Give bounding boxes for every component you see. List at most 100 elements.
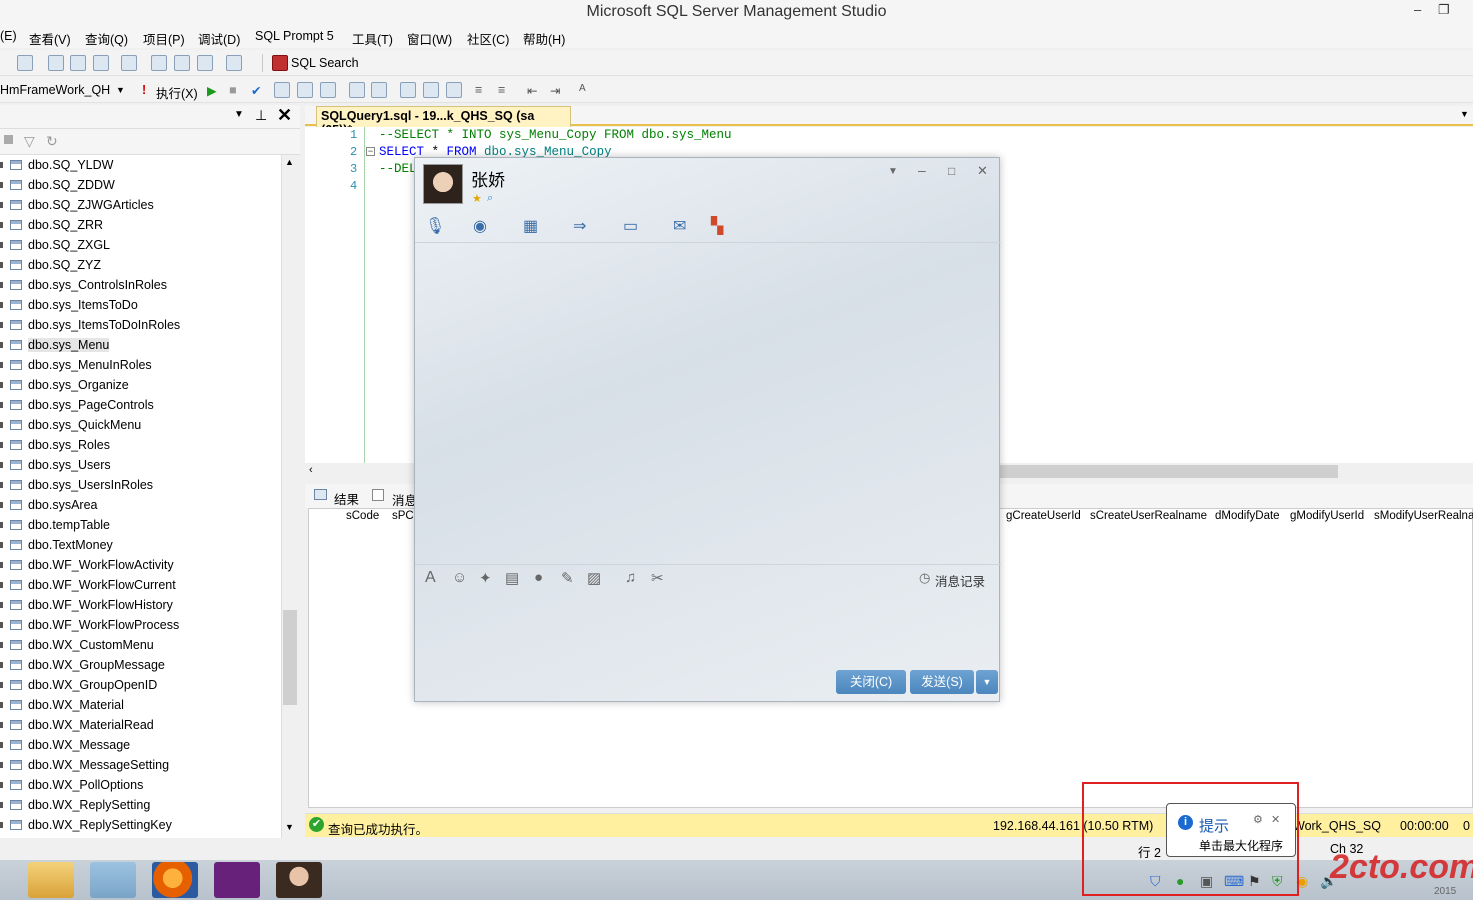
tree-item-table[interactable]: dbo.sys_ControlsInRoles [0,275,281,295]
results-to-grid-icon[interactable] [320,82,336,98]
chevron-down-icon[interactable]: ▼ [116,85,125,95]
font-icon[interactable]: A [425,569,436,587]
tree-item-table[interactable]: dbo.WX_CustomMenu [0,635,281,655]
debug-icon[interactable]: ▶ [207,83,217,98]
column-header[interactable]: sModifyUserRealnam [1374,510,1473,522]
tree-item-table[interactable]: dbo.sys_Roles [0,435,281,455]
scroll-down-icon[interactable]: ▼ [285,822,294,832]
print-icon[interactable] [197,55,213,71]
activity-monitor-icon[interactable] [226,55,242,71]
tab-sqlquery1[interactable]: SQLQuery1.sql - 19...k_QHS_SQ (sa (65))* [316,106,571,137]
refresh-icon[interactable]: ↻ [46,133,58,150]
menu-debug[interactable]: 调试(D) [198,29,240,48]
tree-item-table[interactable]: dbo.SQ_ZRR [0,215,281,235]
music-icon[interactable]: ♫ [625,569,636,586]
display-plan-icon[interactable] [274,82,290,98]
menu-view[interactable]: 查看(V) [29,29,71,48]
decrease-indent-icon[interactable]: ⇤ [527,83,537,98]
dropdown-icon[interactable]: ▼ [234,109,244,120]
image-icon[interactable]: ▨ [587,569,601,587]
results-to-file-icon[interactable] [446,82,462,98]
increase-indent-icon[interactable]: ⇥ [550,83,560,98]
tree-item-table[interactable]: dbo.sysArea [0,495,281,515]
close-icon[interactable]: ✕ [977,163,988,179]
column-header[interactable]: gModifyUserId [1290,510,1364,522]
apps-icon[interactable]: ▚ [711,216,723,236]
specify-template-icon[interactable]: A [579,83,586,94]
execute-button[interactable]: 执行(X) [156,83,198,102]
tree-item-table[interactable]: dbo.WF_WorkFlowHistory [0,595,281,615]
close-icon[interactable]: ✕ [277,105,292,126]
video-clip-icon[interactable]: ▤ [505,569,519,587]
new-file-icon[interactable] [121,55,137,71]
menu-sql-prompt[interactable]: SQL Prompt 5 [255,29,334,43]
scroll-thumb[interactable] [1000,465,1338,478]
parse-icon[interactable]: ✔ [251,83,261,98]
minimize-button[interactable]: – [1414,2,1421,17]
tree-item-table[interactable]: dbo.sys_UsersInRoles [0,475,281,495]
settings-icon[interactable]: ⚙ [1253,813,1263,826]
menu-edit[interactable]: (E) [0,29,17,43]
file-explorer-icon[interactable] [28,862,74,898]
video-call-icon[interactable]: ◉ [473,216,487,236]
tools-app-icon[interactable] [90,862,136,898]
database-select[interactable]: HmFrameWork_QH [0,83,110,97]
new-query-icon[interactable] [17,55,33,71]
scroll-left-icon[interactable]: ‹ [309,464,313,476]
menu-project[interactable]: 项目(P) [143,29,185,48]
tree-item-table[interactable]: dbo.sys_ItemsToDo [0,295,281,315]
tree-item-table[interactable]: dbo.SQ_ZJWGArticles [0,195,281,215]
results-to-text-icon[interactable] [400,82,416,98]
tree-item-table[interactable]: dbo.SQ_YLDW [0,155,281,175]
avatar[interactable] [423,164,463,204]
tree-item-table[interactable]: dbo.WX_PollOptions [0,775,281,795]
uncomment-icon[interactable]: ≡ [498,83,505,97]
tree-item-table[interactable]: dbo.sys_MenuInRoles [0,355,281,375]
tree-item-table[interactable]: dbo.sys_Users [0,455,281,475]
tree-item-table[interactable]: dbo.SQ_ZXGL [0,235,281,255]
emoji-icon[interactable]: ☺ [452,569,467,586]
column-header[interactable]: sCode [346,510,379,522]
remote-desktop-icon[interactable]: ▭ [623,216,638,236]
tree-item-table[interactable]: dbo.SQ_ZYZ [0,255,281,275]
tree-item-table[interactable]: dbo.WX_Material [0,695,281,715]
stop-icon[interactable]: ■ [229,83,237,97]
maximize-icon[interactable]: □ [948,164,955,178]
menu-community[interactable]: 社区(C) [467,29,509,48]
minimize-icon[interactable]: – [918,162,926,178]
tree-item-table[interactable]: dbo.TextMoney [0,535,281,555]
menu-query[interactable]: 查询(Q) [85,29,128,48]
close-icon[interactable]: ✕ [1271,813,1280,826]
tree-item-table[interactable]: dbo.sys_PageControls [0,395,281,415]
chat-app-avatar-icon[interactable] [276,862,322,898]
sql-search-button[interactable]: SQL Search [291,56,359,70]
screenshot-icon[interactable]: ✂ [651,569,664,587]
tab-list-icon[interactable]: ▼ [1460,109,1469,119]
tab-results[interactable]: 结果 [334,489,359,508]
db-engine-query-icon[interactable] [48,55,64,71]
xmla-query-icon[interactable] [93,55,109,71]
message-input[interactable] [415,588,1001,668]
tree-item-table[interactable]: dbo.WF_WorkFlowCurrent [0,575,281,595]
comment-icon[interactable]: ≡ [475,83,482,97]
firefox-icon[interactable] [152,862,198,898]
tree-item-table[interactable]: dbo.WX_GroupMessage [0,655,281,675]
tree-item-table[interactable]: dbo.WX_ReplySettingKey [0,815,281,835]
tree-item-table[interactable]: dbo.WF_WorkFlowActivity [0,555,281,575]
menu-help[interactable]: 帮助(H) [523,29,565,48]
column-header[interactable]: sCreateUserRealname [1090,510,1207,522]
tree-item-table[interactable]: dbo.WX_MaterialRead [0,715,281,735]
stop-icon[interactable] [4,135,13,144]
tree-item-table[interactable]: dbo.WX_MessageSetting [0,755,281,775]
results-to-grid2-icon[interactable] [423,82,439,98]
tree-item-table[interactable]: dbo.tempTable [0,515,281,535]
tree-item-table[interactable]: dbo.WX_ReplySetting [0,795,281,815]
save-icon[interactable] [174,55,190,71]
collapse-icon[interactable]: − [366,147,375,156]
new-discussion-icon[interactable]: ✉ [673,216,686,236]
send-options-button[interactable]: ▼ [976,670,998,694]
restore-button[interactable]: ❐ [1438,2,1450,18]
scroll-thumb[interactable] [283,610,297,705]
menu-tools[interactable]: 工具(T) [352,29,393,48]
pin-icon[interactable]: ⊥ [255,107,267,124]
